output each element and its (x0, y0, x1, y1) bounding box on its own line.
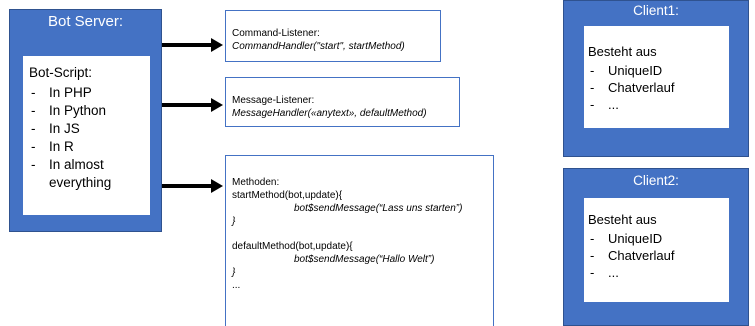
client2-panel: Besteht aus UniqueID Chatverlauf ... (584, 198, 729, 302)
default-method-close: } (232, 267, 236, 278)
start-method-body: bot$sendMessage(“Lass uns starten”) (294, 203, 463, 214)
client1-panel: Besteht aus UniqueID Chatverlauf ... (584, 26, 729, 128)
language-item: In almost everything (29, 156, 145, 192)
message-listener-box: Message-Listener: MessageHandler(«anytex… (225, 77, 460, 127)
language-item: In PHP (29, 84, 145, 102)
client2-label: Besteht aus (588, 212, 657, 227)
client2-box: Client2: Besteht aus UniqueID Chatverlau… (563, 168, 749, 326)
bot-script-label: Bot-Script: (29, 65, 93, 80)
command-handler-code: CommandHandler("start", startMethod) (232, 41, 405, 52)
message-listener-title: Message-Listener: (232, 95, 315, 106)
client1-item: UniqueID (588, 62, 725, 79)
methods-box: Methoden: startMethod(bot,update){ bot$s… (225, 155, 494, 326)
command-listener-title: Command-Listener: (232, 28, 320, 39)
start-method-signature: startMethod(bot,update){ (232, 190, 343, 201)
default-method-body: bot$sendMessage(“Hallo Welt”) (294, 254, 435, 265)
client2-item: UniqueID (588, 230, 725, 247)
client1-item: Chatverlauf (588, 79, 725, 96)
client2-item-list: UniqueID Chatverlauf ... (588, 230, 725, 281)
client1-title: Client1: (633, 3, 679, 18)
bot-script-language-list: In PHP In Python In JS In R In almost ev… (29, 84, 145, 192)
client1-item-list: UniqueID Chatverlauf ... (588, 62, 725, 113)
client1-box: Client1: Besteht aus UniqueID Chatverlau… (563, 0, 749, 157)
client2-item: Chatverlauf (588, 247, 725, 264)
methods-title: Methoden: (232, 177, 280, 188)
client2-item: ... (588, 264, 725, 281)
language-item: In R (29, 138, 145, 156)
client1-item: ... (588, 96, 725, 113)
start-method-close: } (232, 216, 236, 227)
language-item: In Python (29, 102, 145, 120)
client2-title: Client2: (633, 173, 679, 188)
methods-ellipsis: ... (232, 280, 241, 291)
client1-label: Besteht aus (588, 44, 657, 59)
message-handler-code: MessageHandler(«anytext», defaultMethod) (232, 108, 427, 119)
command-listener-box: Command-Listener: CommandHandler("start"… (225, 10, 441, 62)
language-item: In JS (29, 120, 145, 138)
bot-server-title: Bot Server: (47, 13, 124, 30)
bot-script-panel: Bot-Script: In PHP In Python In JS In R … (23, 56, 150, 215)
default-method-signature: defaultMethod(bot,update){ (232, 241, 353, 252)
bot-server-box: Bot Server: Bot-Script: In PHP In Python… (9, 9, 162, 232)
